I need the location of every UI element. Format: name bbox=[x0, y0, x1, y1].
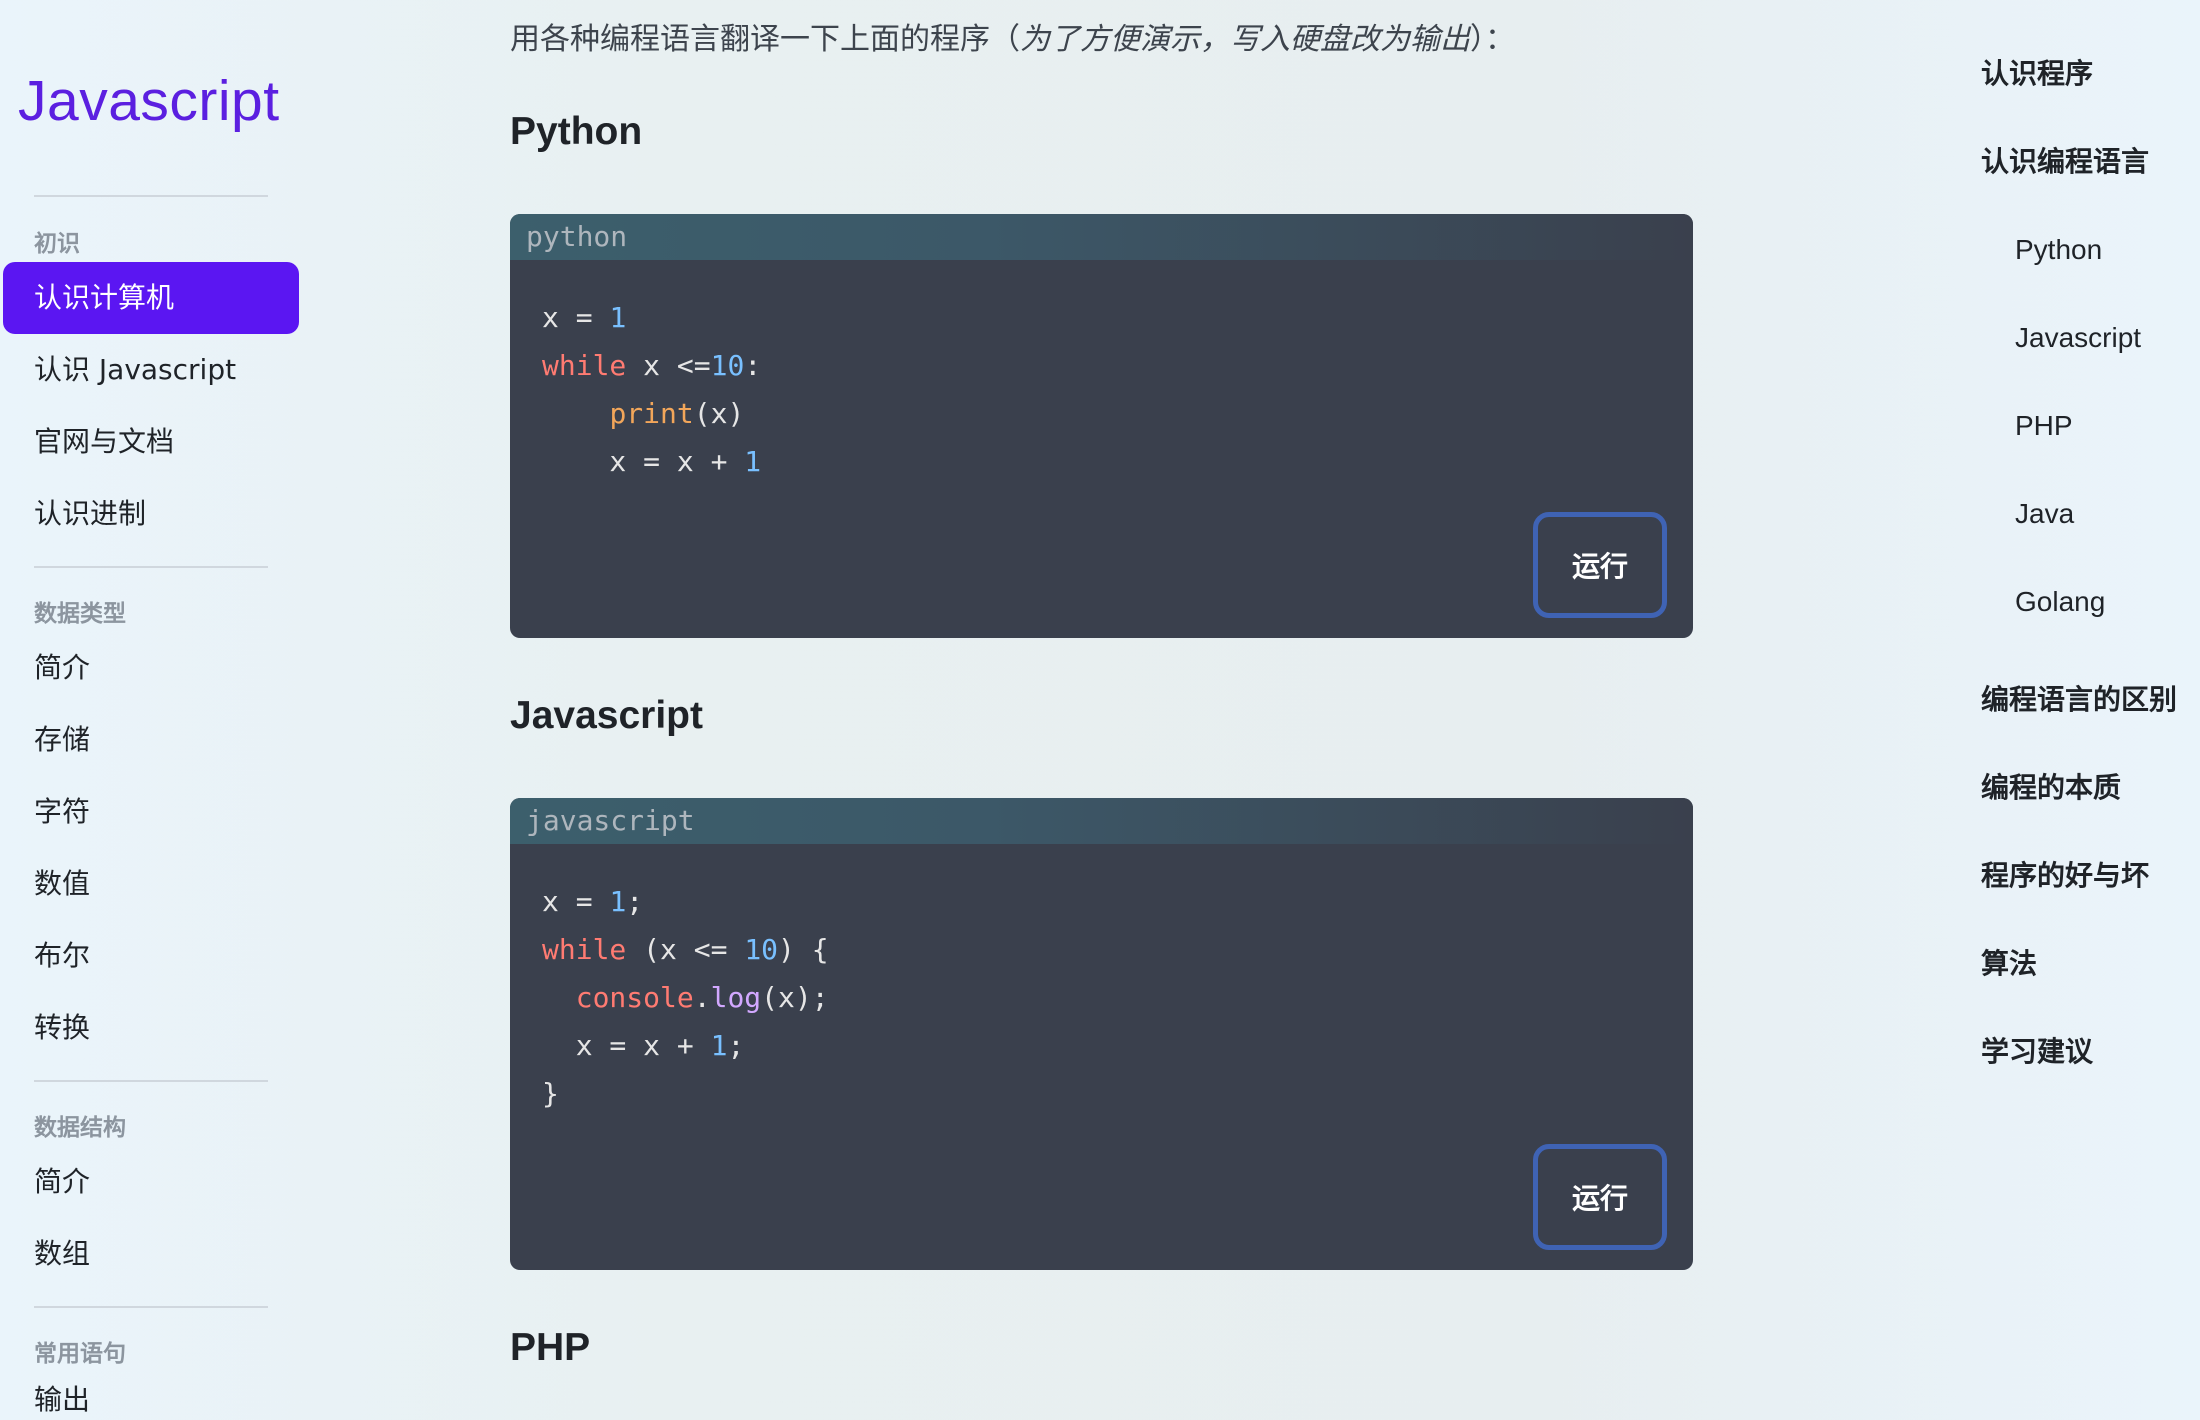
code-block-javascript: javascript x = 1; while (x <= 10) { cons… bbox=[510, 798, 1693, 1270]
sidebar-item[interactable]: 简介 bbox=[34, 1162, 90, 1202]
sidebar-item[interactable]: 字符 bbox=[34, 792, 90, 832]
sidebar-group-title: 数据结构 bbox=[34, 1115, 126, 1141]
sidebar-group-title: 初识 bbox=[34, 231, 80, 257]
toc-item[interactable]: 认识编程语言 bbox=[1981, 140, 2149, 180]
sidebar-item[interactable]: 认识 Javascript bbox=[34, 350, 236, 390]
intro-text: 用各种编程语言翻译一下上面的程序（ bbox=[510, 22, 1020, 57]
sidebar-divider bbox=[34, 566, 268, 568]
sidebar-item-active[interactable]: 认识计算机 bbox=[3, 262, 299, 334]
sidebar-group-title: 数据类型 bbox=[34, 601, 126, 627]
toc-item[interactable]: 程序的好与坏 bbox=[1981, 854, 2149, 894]
sidebar-item[interactable]: 简介 bbox=[34, 648, 90, 688]
code-language-label: python bbox=[510, 214, 1693, 260]
toc-item[interactable]: Python bbox=[2015, 234, 2102, 266]
sidebar-group-title: 常用语句 bbox=[34, 1341, 126, 1367]
section-heading-php: PHP bbox=[510, 1326, 591, 1369]
intro-emphasis: 为了方便演示，写入硬盘改为输出 bbox=[1020, 22, 1470, 57]
intro-end: ）： bbox=[1470, 22, 1515, 57]
toc-item[interactable]: 学习建议 bbox=[1981, 1030, 2093, 1070]
sidebar-divider bbox=[34, 195, 268, 197]
code-javascript[interactable]: x = 1; while (x <= 10) { console.log(x);… bbox=[510, 844, 1693, 1118]
sidebar-divider bbox=[34, 1080, 268, 1082]
section-heading-python: Python bbox=[510, 110, 643, 153]
sidebar-item[interactable]: 转换 bbox=[34, 1008, 90, 1048]
toc-item[interactable]: Golang bbox=[2015, 586, 2105, 618]
sidebar-item[interactable]: 数组 bbox=[34, 1234, 90, 1274]
run-button-python[interactable]: 运行 bbox=[1533, 512, 1667, 618]
code-block-python: python x = 1 while x <=10: print(x) x = … bbox=[510, 214, 1693, 638]
sidebar-item[interactable]: 布尔 bbox=[34, 936, 90, 976]
section-heading-javascript: Javascript bbox=[510, 694, 703, 737]
intro-paragraph: 用各种编程语言翻译一下上面的程序（为了方便演示，写入硬盘改为输出）： bbox=[510, 14, 1515, 58]
toc-item[interactable]: 认识程序 bbox=[1981, 52, 2093, 92]
sidebar-item[interactable]: 数值 bbox=[34, 864, 90, 904]
sidebar-item[interactable]: 存储 bbox=[34, 720, 90, 760]
sidebar-item[interactable]: 官网与文档 bbox=[34, 422, 174, 462]
code-python[interactable]: x = 1 while x <=10: print(x) x = x + 1 bbox=[510, 260, 1693, 486]
toc-item[interactable]: Java bbox=[2015, 498, 2074, 530]
toc-item[interactable]: 编程语言的区别 bbox=[1981, 678, 2177, 718]
toc-item[interactable]: PHP bbox=[2015, 410, 2073, 442]
toc-item[interactable]: Javascript bbox=[2015, 322, 2141, 354]
sidebar: Javascript 初识 认识计算机 认识 Javascript 官网与文档 … bbox=[0, 0, 320, 1416]
run-button-javascript[interactable]: 运行 bbox=[1533, 1144, 1667, 1250]
site-logo[interactable]: Javascript bbox=[18, 68, 280, 134]
sidebar-item[interactable]: 认识进制 bbox=[34, 494, 146, 534]
sidebar-divider bbox=[34, 1306, 268, 1308]
toc-item[interactable]: 算法 bbox=[1981, 942, 2037, 982]
code-language-label: javascript bbox=[510, 798, 1693, 844]
toc-item[interactable]: 编程的本质 bbox=[1981, 766, 2121, 806]
sidebar-item[interactable]: 输出 bbox=[34, 1380, 90, 1420]
